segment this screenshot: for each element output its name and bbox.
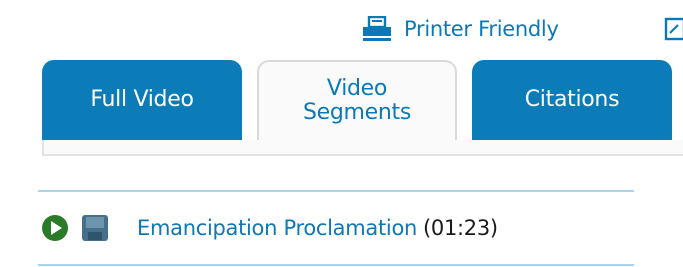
printer-friendly-label: Printer Friendly: [404, 17, 559, 41]
tab-panel: [42, 140, 683, 156]
segment-list: Emancipation Proclamation (01:23): [38, 190, 634, 266]
segment-title-link[interactable]: Emancipation Proclamation: [137, 216, 417, 240]
tab-video-segments-label-line1: Video: [326, 76, 388, 101]
printer-friendly-link[interactable]: Printer Friendly: [362, 12, 559, 46]
list-item: Emancipation Proclamation (01:23): [38, 192, 634, 264]
save-icon[interactable]: [81, 214, 109, 242]
tab-full-video-label: Full Video: [90, 87, 194, 112]
tab-video-segments-label-line2: Segments: [302, 100, 412, 125]
segment-duration: (01:23): [423, 216, 498, 240]
tab-video-segments[interactable]: Video Segments: [257, 60, 457, 140]
play-icon[interactable]: [41, 214, 69, 242]
tab-citations-label: Citations: [524, 87, 620, 112]
video-tabs: Full Video Video Segments Citations: [0, 60, 683, 140]
tab-full-video[interactable]: Full Video: [42, 60, 242, 140]
printer-icon: [362, 15, 392, 42]
share-icon[interactable]: [664, 16, 683, 42]
tab-citations[interactable]: Citations: [472, 60, 672, 140]
